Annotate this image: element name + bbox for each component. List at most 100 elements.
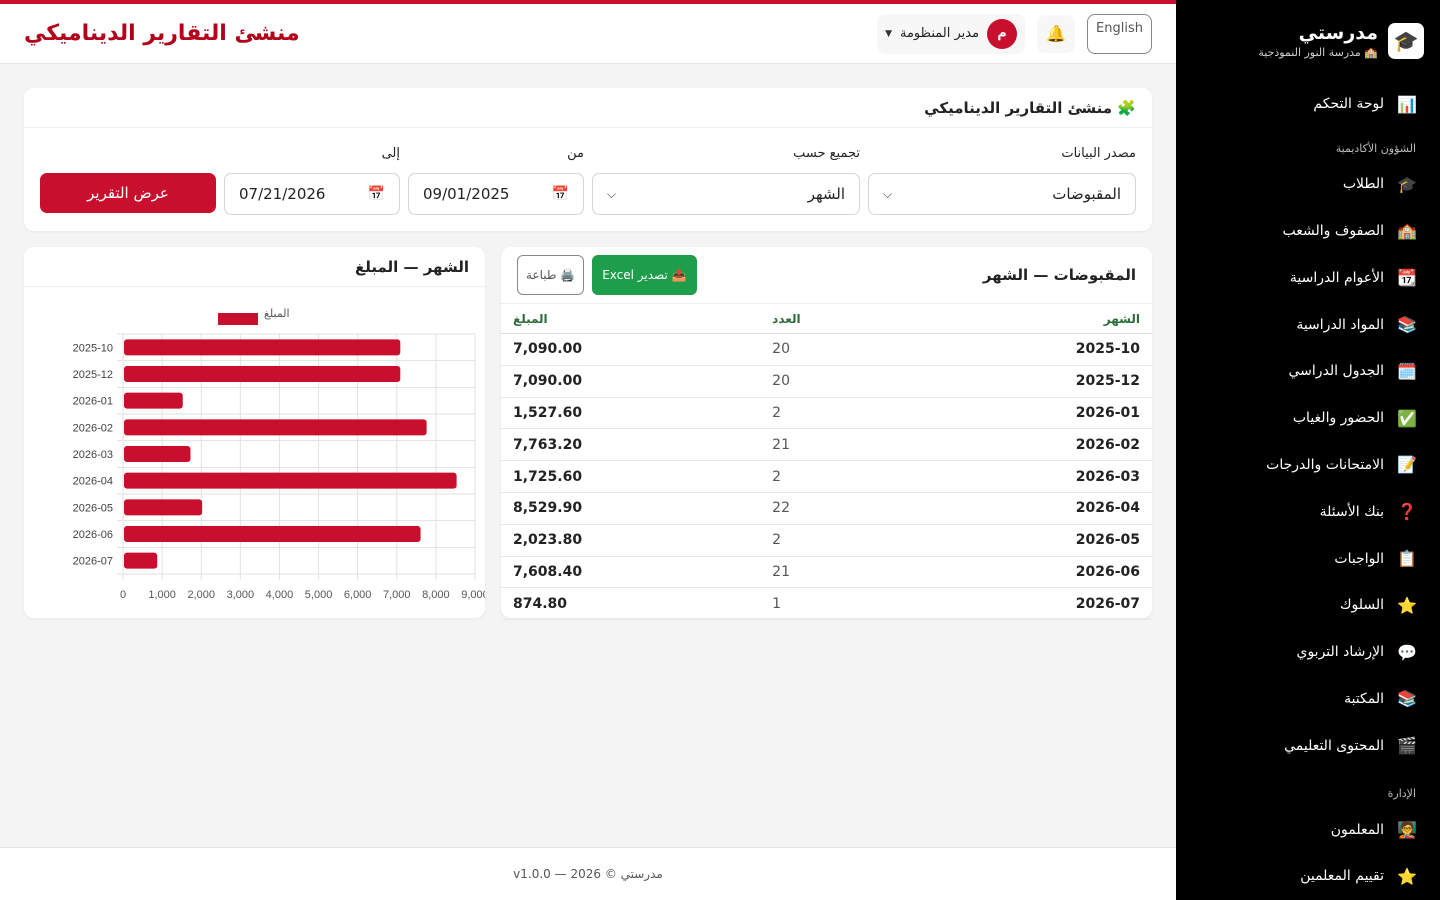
table-header-bar: المقبوضات — الشهر 📤 تصدير Excel 🖨️ طباعة [501, 247, 1152, 303]
sidebar-item-label: الجدول الدراسي [1288, 363, 1384, 380]
sidebar-item-label: السلوك [1339, 597, 1384, 614]
table-row: 2026-04 22 8,529.90 [501, 492, 1152, 525]
chart-icon: 📊 [1397, 94, 1417, 114]
group-by-value: الشهر [807, 185, 845, 203]
footer: مدرستي © 2026 — v1.0.0 [0, 847, 1176, 900]
cell-amount: 1,527.60 [501, 397, 761, 430]
calendar-icon: 📆 [1397, 268, 1417, 288]
sidebar-nav: 📊 لوحة التحكم الشؤون الأكاديمية 🎓 الطلاب 🏫… [1176, 81, 1440, 900]
cell-month: 2026-04 [906, 492, 1152, 525]
sidebar-item-content[interactable]: 🎬 المحتوى التعليمي [1176, 722, 1440, 769]
notifications-button[interactable]: 🔔 [1037, 14, 1076, 53]
sidebar-item-attendance[interactable]: ✅ الحضور والغياب [1176, 395, 1440, 442]
sidebar-item-teachers[interactable]: 🧑‍🏫 المعلمون [1176, 806, 1440, 853]
y-tick-label: 2026-03 [73, 449, 113, 461]
results-table-card: المقبوضات — الشهر 📤 تصدير Excel 🖨️ طباعة… [501, 247, 1152, 621]
sidebar-item-label: المعلمون [1330, 821, 1384, 838]
results-table: الشهر العدد المبلغ 2025-10 20 7,090.00 2025… [501, 303, 1152, 621]
cell-count: 21 [760, 428, 907, 462]
cell-amount: 7,608.40 [501, 556, 761, 589]
teacher-icon: 🧑‍🏫 [1397, 820, 1417, 840]
bar [124, 419, 427, 436]
school-icon: 🏫 [1397, 221, 1417, 241]
table-title: المقبوضات — الشهر [982, 266, 1136, 284]
bar [124, 472, 457, 489]
books-icon: 📚 [1397, 315, 1417, 335]
table-row: 2026-06 21 7,608.40 [501, 556, 1152, 589]
clipboard-icon: 📋 [1397, 549, 1417, 569]
cell-count: 2 [760, 524, 907, 557]
sidebar-item-years[interactable]: 📆 الأعوام الدراسية [1176, 254, 1440, 301]
from-label: من [567, 146, 584, 161]
report-builder-title: 🧩 منشئ التقارير الديناميكي [24, 88, 1152, 128]
footer-text: مدرستي © 2026 — v1.0.0 [513, 867, 663, 881]
sidebar-item-teacher-evaluation[interactable]: ⭐ تقييم المعلمين [1176, 853, 1440, 900]
star-icon: ⭐ [1397, 595, 1417, 615]
chart-card: الشهر — المبلغ 0 1,000 2,000 3,000 4,000 5,00… [24, 247, 485, 618]
column-header-amount[interactable]: المبلغ [501, 303, 761, 334]
brand[interactable]: 🎓 مدرستي 🏫 مدرسة النور النموذجية [1176, 0, 1440, 59]
language-toggle-button[interactable]: English [1087, 13, 1152, 54]
bar-chart: 0 1,000 2,000 3,000 4,000 5,000 6,000 7,000 8,00… [73, 307, 485, 601]
legend-swatch [218, 313, 258, 325]
table-row: 2026-07 1 874.80 [501, 587, 1152, 621]
sidebar-item-counseling[interactable]: 💬 الإرشاد التربوي [1176, 629, 1440, 676]
chart-title: الشهر — المبلغ [24, 247, 485, 287]
cell-count: 22 [760, 492, 907, 525]
cell-amount: 7,090.00 [501, 333, 761, 366]
column-header-count[interactable]: العدد [760, 303, 907, 334]
table-header-row: الشهر العدد المبلغ [501, 303, 1152, 334]
y-tick-label: 2025-10 [73, 342, 113, 354]
sidebar-item-classes[interactable]: 🏫 الصفوف والشعب [1176, 208, 1440, 255]
sidebar-item-library[interactable]: 📚 المكتبة [1176, 676, 1440, 723]
cell-amount: 8,529.90 [501, 492, 761, 525]
calendar-icon[interactable]: 📅 [552, 186, 569, 202]
cell-count: 20 [760, 365, 907, 398]
school-name: 🏫 مدرسة النور النموذجية [1258, 46, 1378, 59]
graduation-cap-icon: 🎓 [1397, 174, 1417, 194]
to-date-input[interactable]: 07/21/2026 📅 [224, 173, 400, 215]
sidebar-item-question-bank[interactable]: ❓ بنك الأسئلة [1176, 488, 1440, 535]
y-tick-label: 2026-04 [73, 476, 113, 488]
to-date-value: 07/21/2026 [239, 185, 326, 203]
top-bar: ▼ مدير المنظومة م 🔔 English منشئ التقاري… [0, 0, 1176, 64]
sidebar-item-behavior[interactable]: ⭐ السلوك [1176, 582, 1440, 629]
sidebar-item-label: الحضور والغياب [1292, 410, 1384, 427]
sidebar-item-homework[interactable]: 📋 الواجبات [1176, 535, 1440, 582]
export-excel-button[interactable]: 📤 تصدير Excel [592, 255, 697, 295]
bar [124, 446, 191, 462]
section-admin: الإدارة [1387, 787, 1416, 801]
sidebar-item-label: المكتبة [1344, 690, 1384, 707]
sidebar-item-students[interactable]: 🎓 الطلاب [1176, 161, 1440, 208]
from-date-input[interactable]: 09/01/2025 📅 [408, 173, 584, 215]
source-select[interactable]: المقبوضات ⌵ [868, 173, 1136, 215]
print-button[interactable]: 🖨️ طباعة [517, 255, 585, 295]
library-icon: 📚 [1397, 689, 1417, 709]
column-header-month[interactable]: الشهر [906, 303, 1152, 334]
chevron-down-icon: ⌵ [883, 186, 893, 201]
admin-nav-list: 🧑‍🏫 المعلمون ⭐ تقييم المعلمين [1176, 806, 1440, 900]
show-report-button[interactable]: عرض التقرير [40, 173, 216, 213]
sidebar-item-label: الطلاب [1342, 176, 1384, 193]
schedule-icon: 🗓️ [1397, 361, 1417, 381]
sidebar: 🎓 مدرستي 🏫 مدرسة النور النموذجية 📊 لوحة … [1176, 0, 1440, 900]
question-icon: ❓ [1397, 502, 1417, 522]
sidebar-item-subjects[interactable]: 📚 المواد الدراسية [1176, 301, 1440, 348]
sidebar-item-exams[interactable]: 📝 الامتحانات والدرجات [1176, 442, 1440, 489]
bar [124, 339, 401, 356]
x-tick-label: 1,000 [148, 589, 176, 601]
cell-count: 1 [760, 587, 907, 621]
cell-month: 2026-05 [906, 524, 1152, 557]
user-menu-button[interactable]: ▼ مدير المنظومة م [877, 13, 1026, 54]
y-tick-label: 2026-02 [73, 422, 113, 434]
sidebar-item-timetable[interactable]: 🗓️ الجدول الدراسي [1176, 348, 1440, 395]
table-row: 2026-02 21 7,763.20 [501, 428, 1152, 462]
sidebar-item-dashboard[interactable]: 📊 لوحة التحكم [1176, 81, 1440, 128]
sidebar-item-label: الأعوام الدراسية [1289, 269, 1384, 286]
table-row: 2025-10 20 7,090.00 [501, 333, 1152, 366]
calendar-icon[interactable]: 📅 [368, 186, 385, 202]
group-by-select[interactable]: الشهر ⌵ [592, 173, 860, 215]
cell-amount: 1,725.60 [501, 460, 761, 493]
exam-icon: 📝 [1397, 455, 1417, 475]
sidebar-item-label: لوحة التحكم [1313, 96, 1384, 113]
